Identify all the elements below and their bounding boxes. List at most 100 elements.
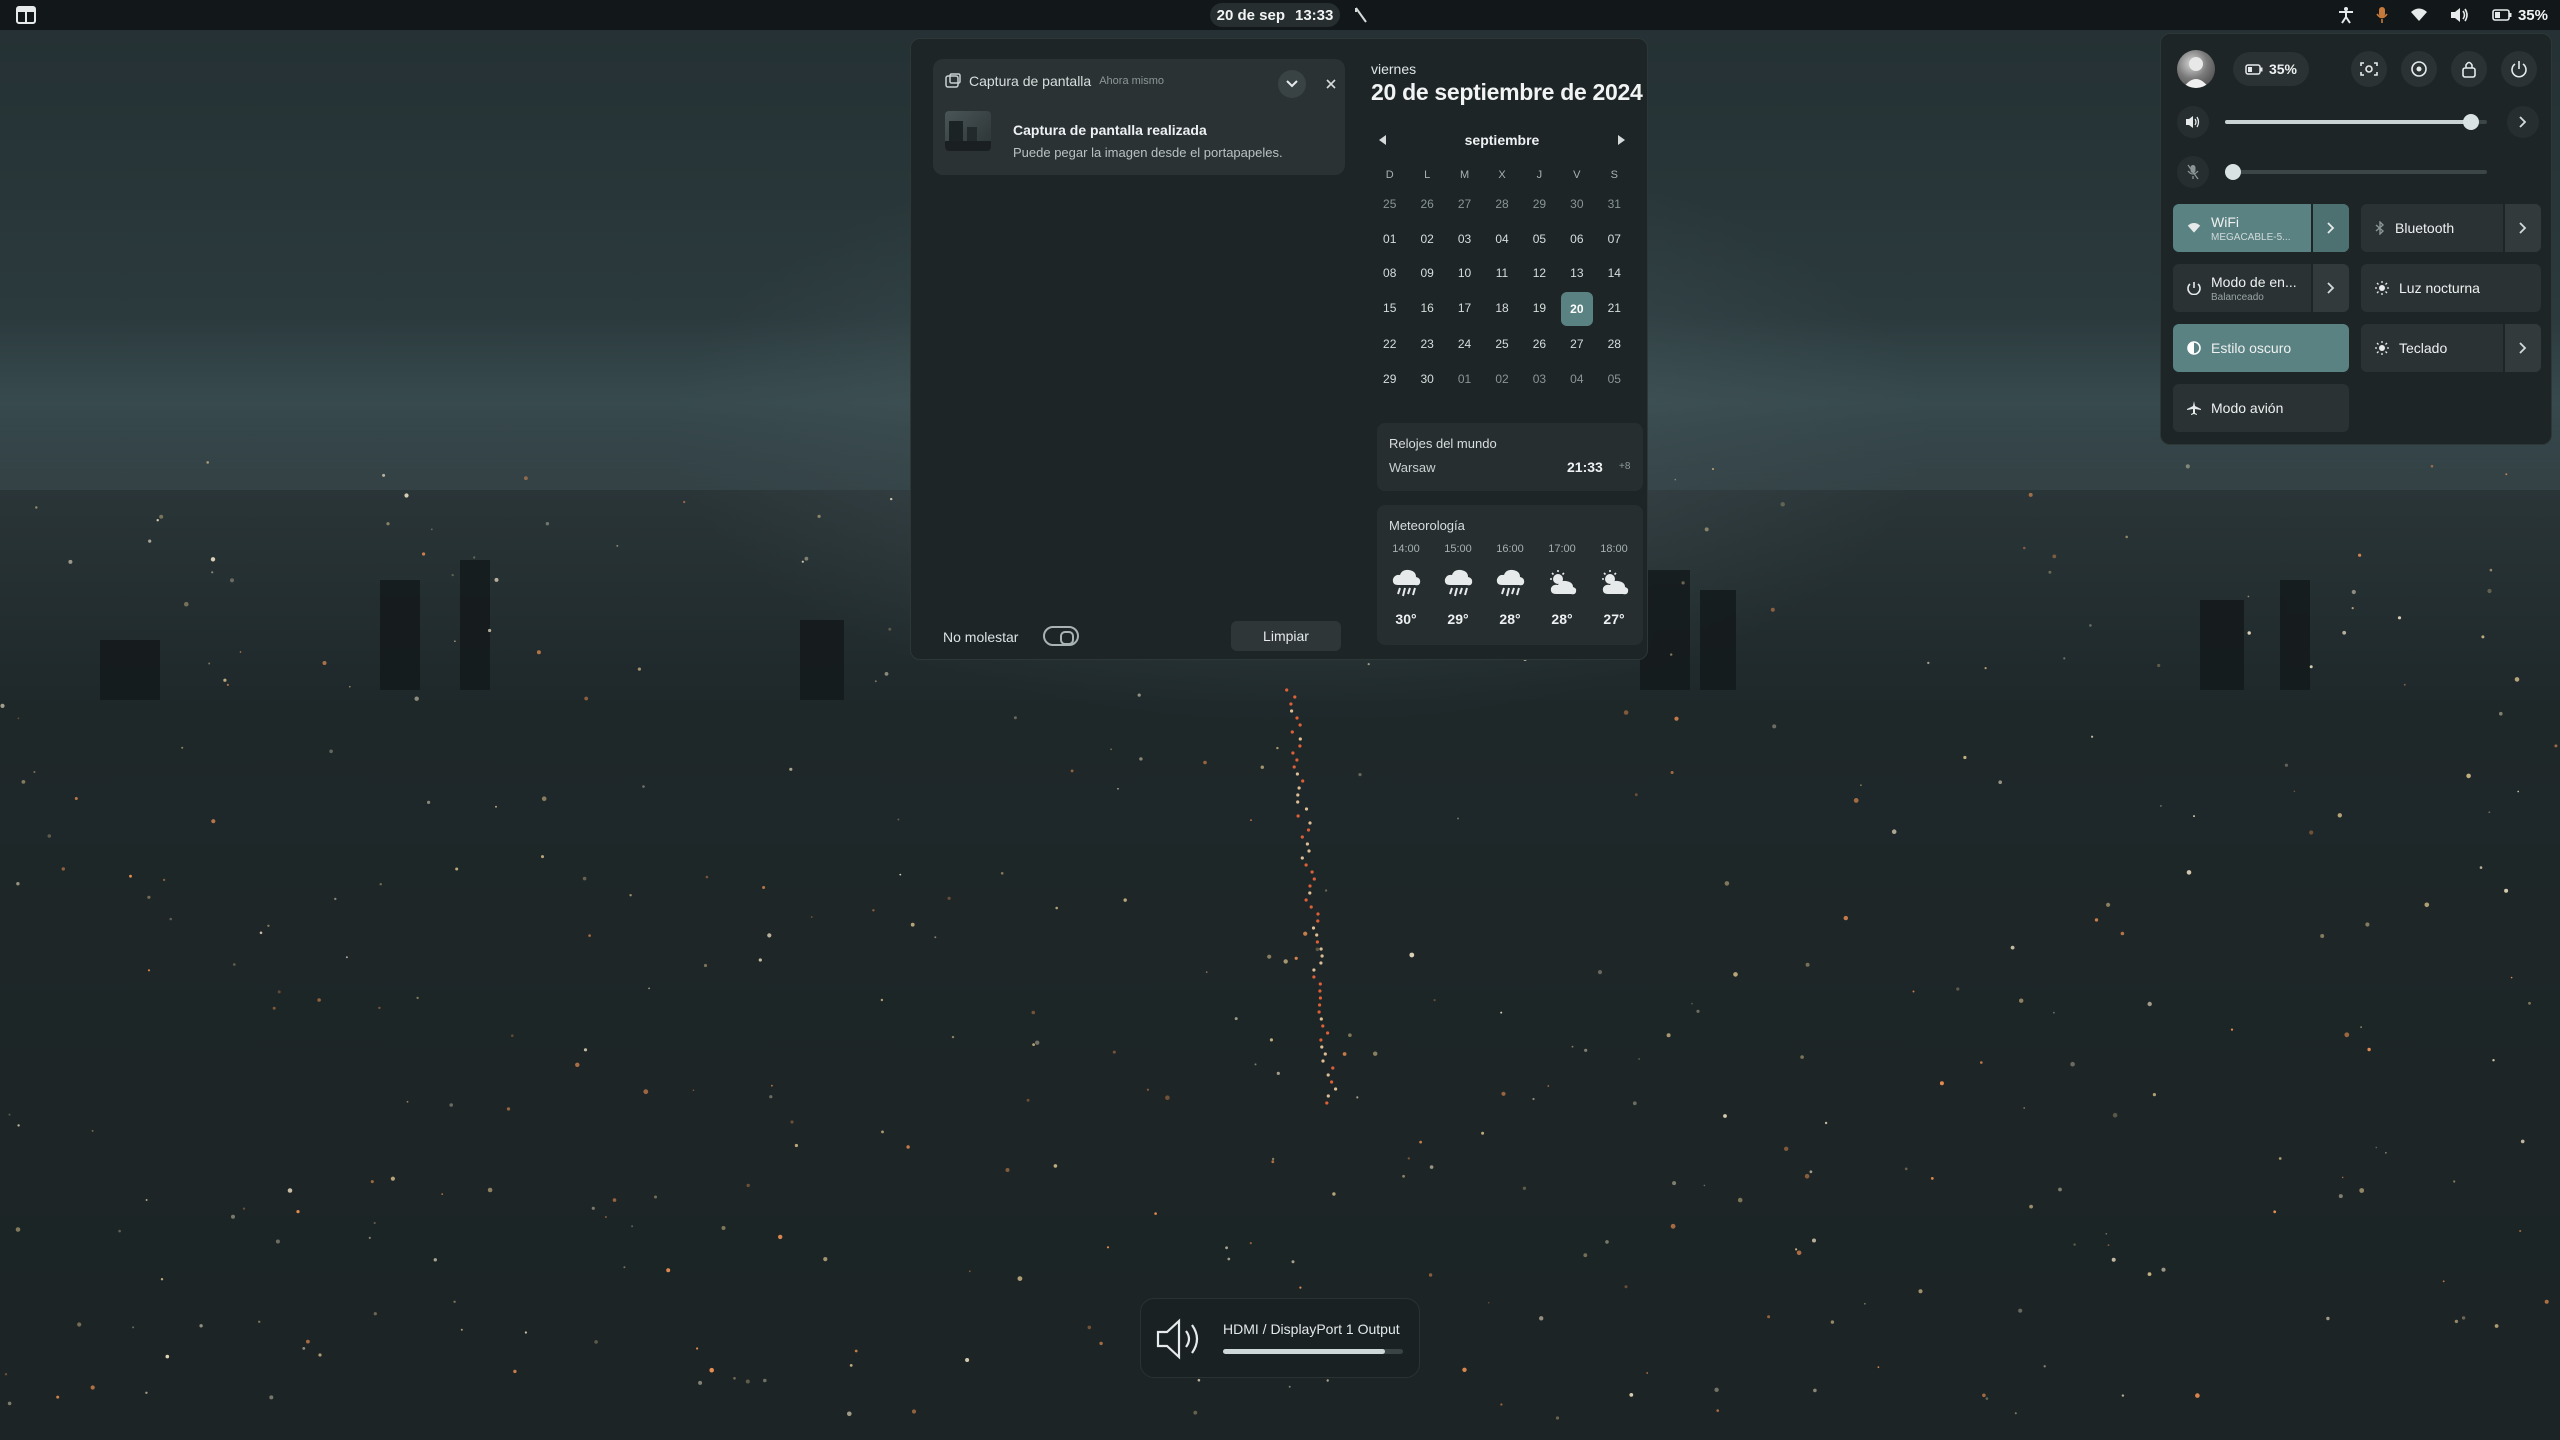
volume-slider-knob[interactable]: [2463, 114, 2480, 130]
calendar-day[interactable]: 31: [1596, 187, 1633, 222]
calendar-day[interactable]: 25: [1371, 187, 1408, 222]
calendar-day[interactable]: 26: [1408, 187, 1445, 222]
calendar-day[interactable]: 11: [1483, 256, 1520, 291]
calendar-day[interactable]: 04: [1483, 222, 1520, 257]
microphone-mute-button[interactable]: [2177, 156, 2209, 188]
keyboard-tile[interactable]: Teclado: [2361, 324, 2541, 372]
calendar-full-date[interactable]: 20 de septiembre de 2024: [1371, 79, 1643, 106]
calendar-day[interactable]: 12: [1521, 256, 1558, 291]
calendar-day[interactable]: 28: [1483, 187, 1520, 222]
power-button[interactable]: [2501, 51, 2537, 87]
calendar-weekday-header: L: [1424, 169, 1431, 181]
do-not-disturb-switch[interactable]: [1043, 626, 1079, 646]
audio-output-menu-button[interactable]: [2507, 106, 2539, 138]
calendar-day[interactable]: 27: [1558, 327, 1595, 362]
weather-temperature: 28°: [1551, 611, 1573, 627]
microphone-indicator-icon[interactable]: [2376, 6, 2388, 24]
notification-expand-button[interactable]: [1278, 70, 1306, 98]
volume-slider[interactable]: [2225, 114, 2487, 130]
notification-card[interactable]: Captura de pantalla Ahora mismo Captura …: [933, 59, 1345, 175]
power-mode-toggle[interactable]: Modo de en... Balanceado: [2173, 264, 2311, 312]
battery-percent: 35%: [2517, 6, 2548, 24]
weather-card[interactable]: Meteorología 14:00 30° 15:00 29° 16:00 28° 17:…: [1377, 505, 1643, 645]
wifi-tile[interactable]: WiFi MEGACABLE-5...: [2173, 204, 2349, 252]
calendar-day[interactable]: 02: [1408, 222, 1445, 257]
airplane-mode-tile[interactable]: Modo avión: [2173, 384, 2349, 432]
power-mode-tile[interactable]: Modo de en... Balanceado: [2173, 264, 2349, 312]
next-month-button[interactable]: [1617, 135, 1625, 145]
calendar-day[interactable]: 10: [1446, 256, 1483, 291]
system-tray[interactable]: 35%: [2338, 0, 2548, 30]
wifi-toggle[interactable]: WiFi MEGACABLE-5...: [2173, 204, 2311, 252]
calendar-day[interactable]: 30: [1408, 362, 1445, 397]
power-mode-menu-button[interactable]: [2311, 264, 2349, 312]
clear-notifications-button[interactable]: Limpiar: [1231, 621, 1341, 651]
weather-hour: 16:00: [1496, 543, 1524, 555]
calendar-day[interactable]: 13: [1558, 256, 1595, 291]
calendar-day[interactable]: 02: [1483, 362, 1520, 397]
dark-style-toggle[interactable]: Estilo oscuro: [2173, 324, 2349, 372]
calendar-day[interactable]: 29: [1371, 362, 1408, 397]
calendar-day[interactable]: 21: [1596, 291, 1633, 326]
world-clocks-card[interactable]: Relojes del mundo Warsaw 21:33 +8: [1377, 423, 1643, 491]
volume-icon[interactable]: [2450, 7, 2470, 23]
keyboard-menu-button[interactable]: [2503, 324, 2541, 372]
screen-record-indicator-icon[interactable]: [1354, 6, 1368, 24]
bluetooth-menu-button[interactable]: [2503, 204, 2541, 252]
prev-month-button[interactable]: [1379, 135, 1387, 145]
calendar-day[interactable]: 14: [1596, 256, 1633, 291]
microphone-slider[interactable]: [2225, 164, 2487, 180]
calendar-day[interactable]: 03: [1446, 222, 1483, 257]
night-light-toggle[interactable]: Luz nocturna: [2361, 264, 2541, 312]
calendar-day[interactable]: 06: [1558, 222, 1595, 257]
bluetooth-toggle[interactable]: Bluetooth: [2361, 204, 2503, 252]
calendar-day[interactable]: 07: [1596, 222, 1633, 257]
calendar-day[interactable]: 27: [1446, 187, 1483, 222]
dark-style-tile[interactable]: Estilo oscuro: [2173, 324, 2349, 372]
calendar-day[interactable]: 22: [1371, 327, 1408, 362]
microphone-slider-knob[interactable]: [2225, 164, 2241, 180]
calendar-day[interactable]: 08: [1371, 256, 1408, 291]
wifi-icon[interactable]: [2410, 8, 2428, 22]
top-time: 13:33: [1295, 6, 1334, 24]
night-light-tile[interactable]: Luz nocturna: [2361, 264, 2541, 312]
calendar-day[interactable]: 03: [1521, 362, 1558, 397]
calendar-day[interactable]: 09: [1408, 256, 1445, 291]
wifi-menu-button[interactable]: [2311, 204, 2349, 252]
calendar-day[interactable]: 01: [1371, 222, 1408, 257]
calendar-day[interactable]: 29: [1521, 187, 1558, 222]
calendar-day-today[interactable]: 20: [1561, 291, 1593, 326]
calendar-day[interactable]: 19: [1521, 291, 1558, 326]
battery-indicator[interactable]: 35%: [2492, 7, 2548, 24]
calendar-day[interactable]: 28: [1596, 327, 1633, 362]
night-light-label: Luz nocturna: [2399, 280, 2480, 296]
volume-mute-button[interactable]: [2177, 106, 2209, 138]
calendar-day[interactable]: 25: [1483, 327, 1520, 362]
airplane-mode-toggle[interactable]: Modo avión: [2173, 384, 2349, 432]
calendar-day[interactable]: 24: [1446, 327, 1483, 362]
calendar-day[interactable]: 26: [1521, 327, 1558, 362]
lock-button[interactable]: [2451, 51, 2487, 87]
bluetooth-tile[interactable]: Bluetooth: [2361, 204, 2541, 252]
keyboard-toggle[interactable]: Teclado: [2361, 324, 2503, 372]
calendar-day[interactable]: 16: [1408, 291, 1445, 326]
calendar-day[interactable]: 05: [1596, 362, 1633, 397]
settings-button[interactable]: [2401, 51, 2437, 87]
screenshot-button[interactable]: [2351, 51, 2387, 87]
calendar-day[interactable]: 01: [1446, 362, 1483, 397]
calendar-day[interactable]: 30: [1558, 187, 1595, 222]
calendar-day[interactable]: 05: [1521, 222, 1558, 257]
chevron-right-icon: [2519, 222, 2527, 234]
quick-settings-battery-button[interactable]: 35%: [2233, 52, 2309, 86]
calendar-day[interactable]: 23: [1408, 327, 1445, 362]
weather-hour: 17:00: [1548, 543, 1576, 555]
activities-icon[interactable]: [16, 5, 36, 25]
calendar-day[interactable]: 15: [1371, 291, 1408, 326]
notification-close-button[interactable]: [1317, 70, 1345, 98]
accessibility-icon[interactable]: [2338, 6, 2354, 24]
clock-button[interactable]: 20 de sep 13:33: [1210, 3, 1340, 27]
calendar-day[interactable]: 18: [1483, 291, 1520, 326]
calendar-day[interactable]: 04: [1558, 362, 1595, 397]
screenshot-icon: [2360, 62, 2378, 76]
calendar-day[interactable]: 17: [1446, 291, 1483, 326]
